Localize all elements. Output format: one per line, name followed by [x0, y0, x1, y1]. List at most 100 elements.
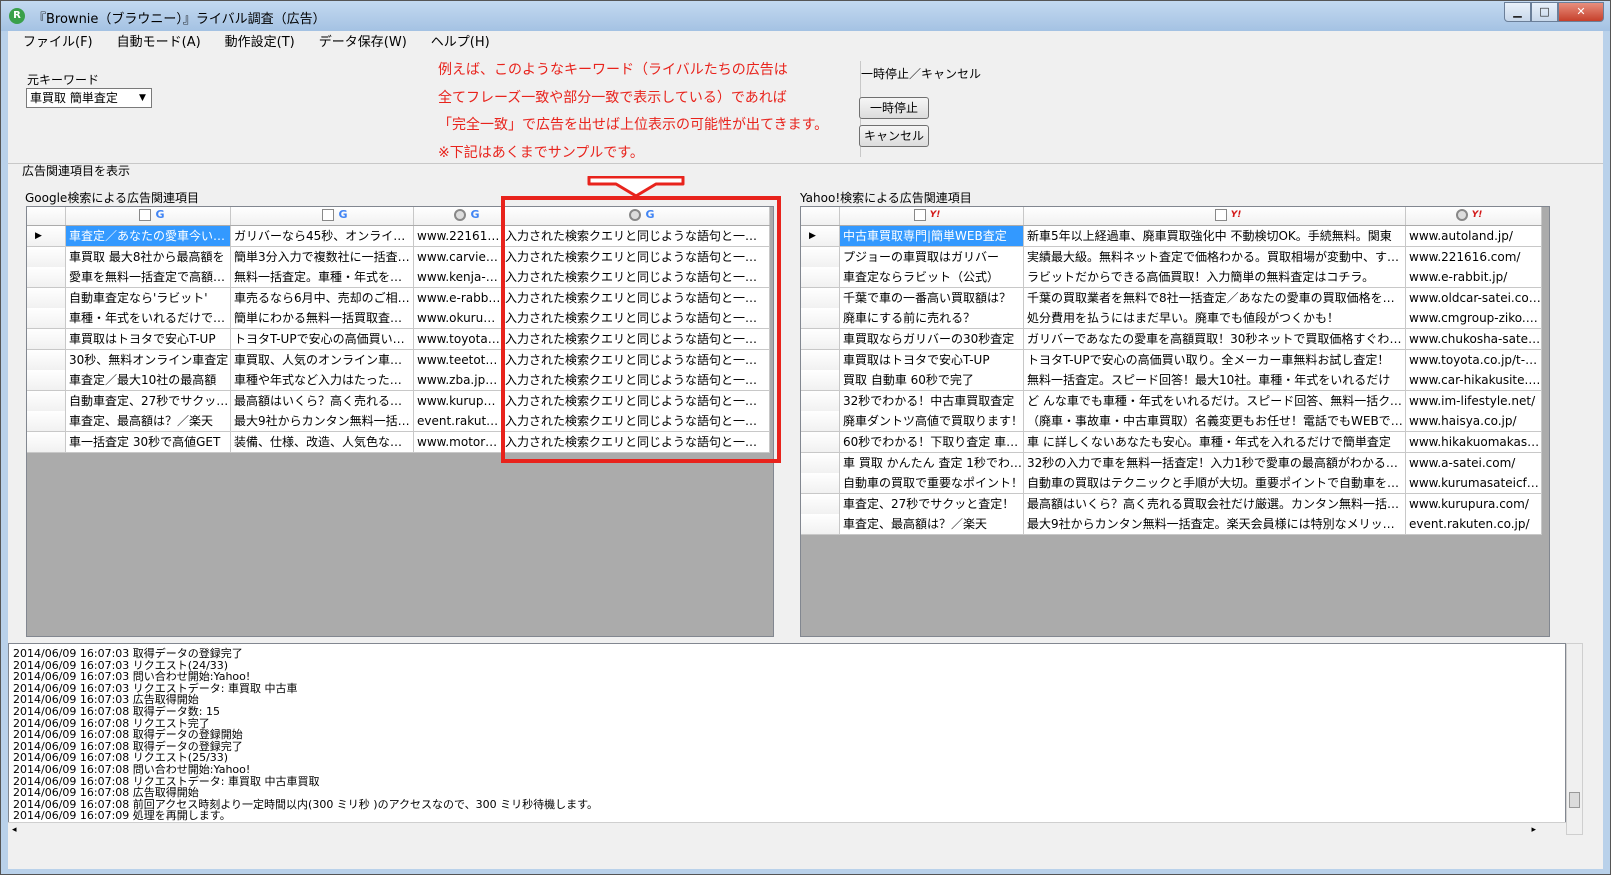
row-header[interactable]	[801, 514, 840, 536]
log-horizontal-scrollbar[interactable]: ◂ ▸	[8, 822, 1566, 836]
table-cell[interactable]: 処分費用を払うにはまだ早い。廃車でも値段がつくかも！	[1024, 308, 1406, 330]
row-header[interactable]	[801, 452, 840, 474]
table-cell[interactable]: トヨタT-UPで安心の高価買い取り。全メーカー車無料お試し査定！	[1024, 349, 1406, 371]
row-header[interactable]	[801, 473, 840, 495]
table-row[interactable]: プジョーの車買取はガリバー 実績最大級。無料ネット査定で価格わかる。買取相場が変動…	[801, 246, 1542, 268]
table-cell[interactable]: 装備、仕様、改造、人気色などを高...	[231, 432, 414, 453]
table-cell[interactable]: 車査定、27秒でサクッと査定！	[840, 493, 1024, 515]
column-header-url[interactable]: Y!	[1406, 207, 1542, 225]
table-cell[interactable]: www.kurumasateicf7.com/	[1406, 473, 1542, 495]
row-header[interactable]	[801, 308, 840, 330]
table-cell[interactable]: 自動車の買取はテクニックと手順が大切。重要ポイントで自動車を高く売る！提携	[1024, 473, 1406, 495]
row-header[interactable]	[801, 390, 840, 412]
table-row[interactable]: ▶ 中古車買取専門|簡単WEB査定 新車5年以上経過車、廃車買取強化中 不動検切OK…	[801, 226, 1542, 247]
table-cell[interactable]: www.im-lifestyle.net/	[1406, 390, 1542, 412]
table-cell[interactable]: www.e-rabbit.jp/	[1406, 267, 1542, 289]
row-header[interactable]	[27, 411, 66, 433]
row-header[interactable]	[27, 329, 66, 350]
row-header[interactable]	[801, 349, 840, 371]
table-cell[interactable]: 自動車の買取で重要なポイント！	[840, 473, 1024, 495]
table-cell[interactable]: www.221616.com/	[1406, 246, 1542, 268]
table-cell[interactable]: 32秒の入力で車を無料一括査定！入力1秒で愛車の最高額がわかる／スマホ	[1024, 452, 1406, 474]
minimize-button[interactable]: ▁	[1504, 2, 1531, 22]
column-header-title[interactable]: Y!	[840, 207, 1024, 225]
row-header[interactable]	[27, 349, 66, 371]
chevron-down-icon[interactable]: ▼	[134, 89, 151, 107]
cancel-button[interactable]: キャンセル	[859, 125, 929, 147]
table-cell[interactable]: 買取 自動車 60秒で完了	[840, 370, 1024, 392]
table-cell[interactable]: www.motortrade...	[414, 432, 502, 453]
table-cell[interactable]: www.zba.jp/car...	[414, 370, 502, 392]
table-cell[interactable]: 車買取 最大8社から最高額を	[66, 246, 231, 268]
row-header[interactable]	[27, 432, 66, 453]
table-cell[interactable]: www.hikakuomakase.com/	[1406, 432, 1542, 453]
table-cell[interactable]: 中古車買取専門|簡単WEB査定	[840, 226, 1024, 247]
table-cell[interactable]: www.chukosha-satei.info/	[1406, 329, 1542, 350]
log-vertical-scrollbar[interactable]	[1566, 643, 1583, 835]
column-header-title[interactable]: G	[66, 207, 231, 225]
table-cell[interactable]: 車査定、最高額は？／楽天	[840, 514, 1024, 536]
row-header[interactable]	[27, 267, 66, 289]
table-cell[interactable]: 最高額はいくら？高く売れる買取会社だけ厳選。カンタン無料一括査定	[1024, 493, 1406, 515]
table-cell[interactable]: www.221616.co...	[414, 226, 502, 247]
keyword-select[interactable]: 車買取 簡単査定 ▼	[26, 88, 152, 108]
scroll-right-icon[interactable]: ▸	[1531, 823, 1536, 837]
table-cell[interactable]: www.e-rabbit.jp/	[414, 287, 502, 309]
table-cell[interactable]: www.okurumasa...	[414, 308, 502, 330]
table-row[interactable]: 32秒でわかる！中古車買取査定ど んな車でも車種・年式をいれるだけ。スピード回答…	[801, 390, 1542, 412]
table-cell[interactable]: 車 買取 かんたん 査定 1秒でわかる	[840, 452, 1024, 474]
table-row[interactable]: 車 買取 かんたん 査定 1秒でわかる 32秒の入力で車を無料一括査定！入力1秒で…	[801, 452, 1542, 474]
table-cell[interactable]: 車査定／最大10社の最高額	[66, 370, 231, 392]
maximize-button[interactable]: □	[1531, 2, 1558, 22]
table-cell[interactable]: 廃車にする前に売れる？	[840, 308, 1024, 330]
table-cell[interactable]: 愛車を無料一括査定で高額買取	[66, 267, 231, 289]
table-row[interactable]: 千葉で車の一番高い買取額は？ 千葉の買取業者を無料で8社一括査定／あなたの愛車の買…	[801, 287, 1542, 309]
table-cell[interactable]: 簡単3分入力で複数社に一括査定...	[231, 246, 414, 268]
table-cell[interactable]: 自動車査定なら'ラビット'	[66, 287, 231, 309]
pause-button[interactable]: 一時停止	[859, 97, 929, 119]
table-cell[interactable]: 最高額はいくら？高く売れる買取会...	[231, 390, 414, 412]
table-cell[interactable]: 車買取ならガリバーの30秒査定	[840, 329, 1024, 350]
table-cell[interactable]: 最大9社からカンタン無料一括査定...	[231, 411, 414, 433]
menu-file[interactable]: ファイル(F)	[8, 31, 93, 55]
table-cell[interactable]: 車査定ならラビット（公式）	[840, 267, 1024, 289]
table-cell[interactable]: （廃車・事故車・中古車買取）名義変更もお任せ！電話でもWEBでも簡単査定	[1024, 411, 1406, 433]
table-cell[interactable]: トヨタT-UPで安心の高価買い取り。...	[231, 329, 414, 350]
table-row[interactable]: 車買取はトヨタで安心T-UP トヨタT-UPで安心の高価買い取り。全メーカー車無料…	[801, 349, 1542, 371]
column-header-description[interactable]: Y!	[1024, 207, 1406, 225]
row-header[interactable]: ▶	[27, 226, 66, 247]
row-header[interactable]	[27, 287, 66, 309]
table-cell[interactable]: www.kenja-kuru...	[414, 267, 502, 289]
table-cell[interactable]: プジョーの車買取はガリバー	[840, 246, 1024, 268]
table-row[interactable]: 廃車ダントツ高値で買取ります！ （廃車・事故車・中古車買取）名義変更もお任せ！電話…	[801, 411, 1542, 433]
table-cell[interactable]: 32秒でわかる！中古車買取査定	[840, 390, 1024, 412]
table-cell[interactable]: 無料一括査定。スピード回答！最大10社。車種・年式をいれるだけ	[1024, 370, 1406, 392]
row-header[interactable]	[801, 411, 840, 433]
row-header[interactable]: ▶	[801, 226, 840, 247]
table-cell[interactable]: event.rakuten.c...	[414, 411, 502, 433]
table-cell[interactable]: 車買取、人気のオンライン車査定！3...	[231, 349, 414, 371]
title-bar[interactable]: R 『Brownie（ブラウニー）』ライバル調査（広告） ▁ □ ✕	[1, 1, 1610, 31]
table-row[interactable]: 車査定、最高額は？／楽天 最大9社からカンタン無料一括査定。楽天会員様には特別なメ…	[801, 514, 1542, 536]
table-cell[interactable]: ガリバーであなたの愛車を高額買取！30秒ネットで買取価格すぐわかる／提携	[1024, 329, 1406, 350]
table-row[interactable]: 自動車の買取で重要なポイント！ 自動車の買取はテクニックと手順が大切。重要ポイント…	[801, 473, 1542, 495]
table-cell[interactable]: www.car-hikakusite.com/	[1406, 370, 1542, 392]
table-row[interactable]: 60秒でわかる！下取り査定 車最高値車 に詳しくないあなたも安心。車種・年式を入…	[801, 432, 1542, 453]
table-cell[interactable]: www.kurupura.com/	[1406, 493, 1542, 515]
row-header[interactable]	[27, 370, 66, 392]
table-row[interactable]: 車買取ならガリバーの30秒査定 ガリバーであなたの愛車を高額買取！30秒ネットで買…	[801, 329, 1542, 350]
table-cell[interactable]: 千葉で車の一番高い買取額は？	[840, 287, 1024, 309]
row-header[interactable]	[801, 370, 840, 392]
table-cell[interactable]: 簡単にわかる無料一括買取査定で...	[231, 308, 414, 330]
table-cell[interactable]: 車売るなら6月中、売却のご相談はお...	[231, 287, 414, 309]
table-cell[interactable]: www.toyota.co.jp/t-up/	[1406, 349, 1542, 371]
table-cell[interactable]: ガリバーなら45秒、オンラインで価格...	[231, 226, 414, 247]
table-cell[interactable]: 車買取はトヨタで安心T-UP	[840, 349, 1024, 371]
column-header-url[interactable]: G	[414, 207, 502, 225]
table-cell[interactable]: www.teetotal.biz/	[414, 349, 502, 371]
table-row[interactable]: 廃車にする前に売れる？ 処分費用を払うにはまだ早い。廃車でも値段がつくかも！ www…	[801, 308, 1542, 330]
table-cell[interactable]: 新車5年以上経過車、廃車買取強化中 不動検切OK。手続無料。関東	[1024, 226, 1406, 247]
table-cell[interactable]: www.haisya.co.jp/	[1406, 411, 1542, 433]
table-cell[interactable]: www.oldcar-satei.com/	[1406, 287, 1542, 309]
table-cell[interactable]: event.rakuten.co.jp/	[1406, 514, 1542, 536]
